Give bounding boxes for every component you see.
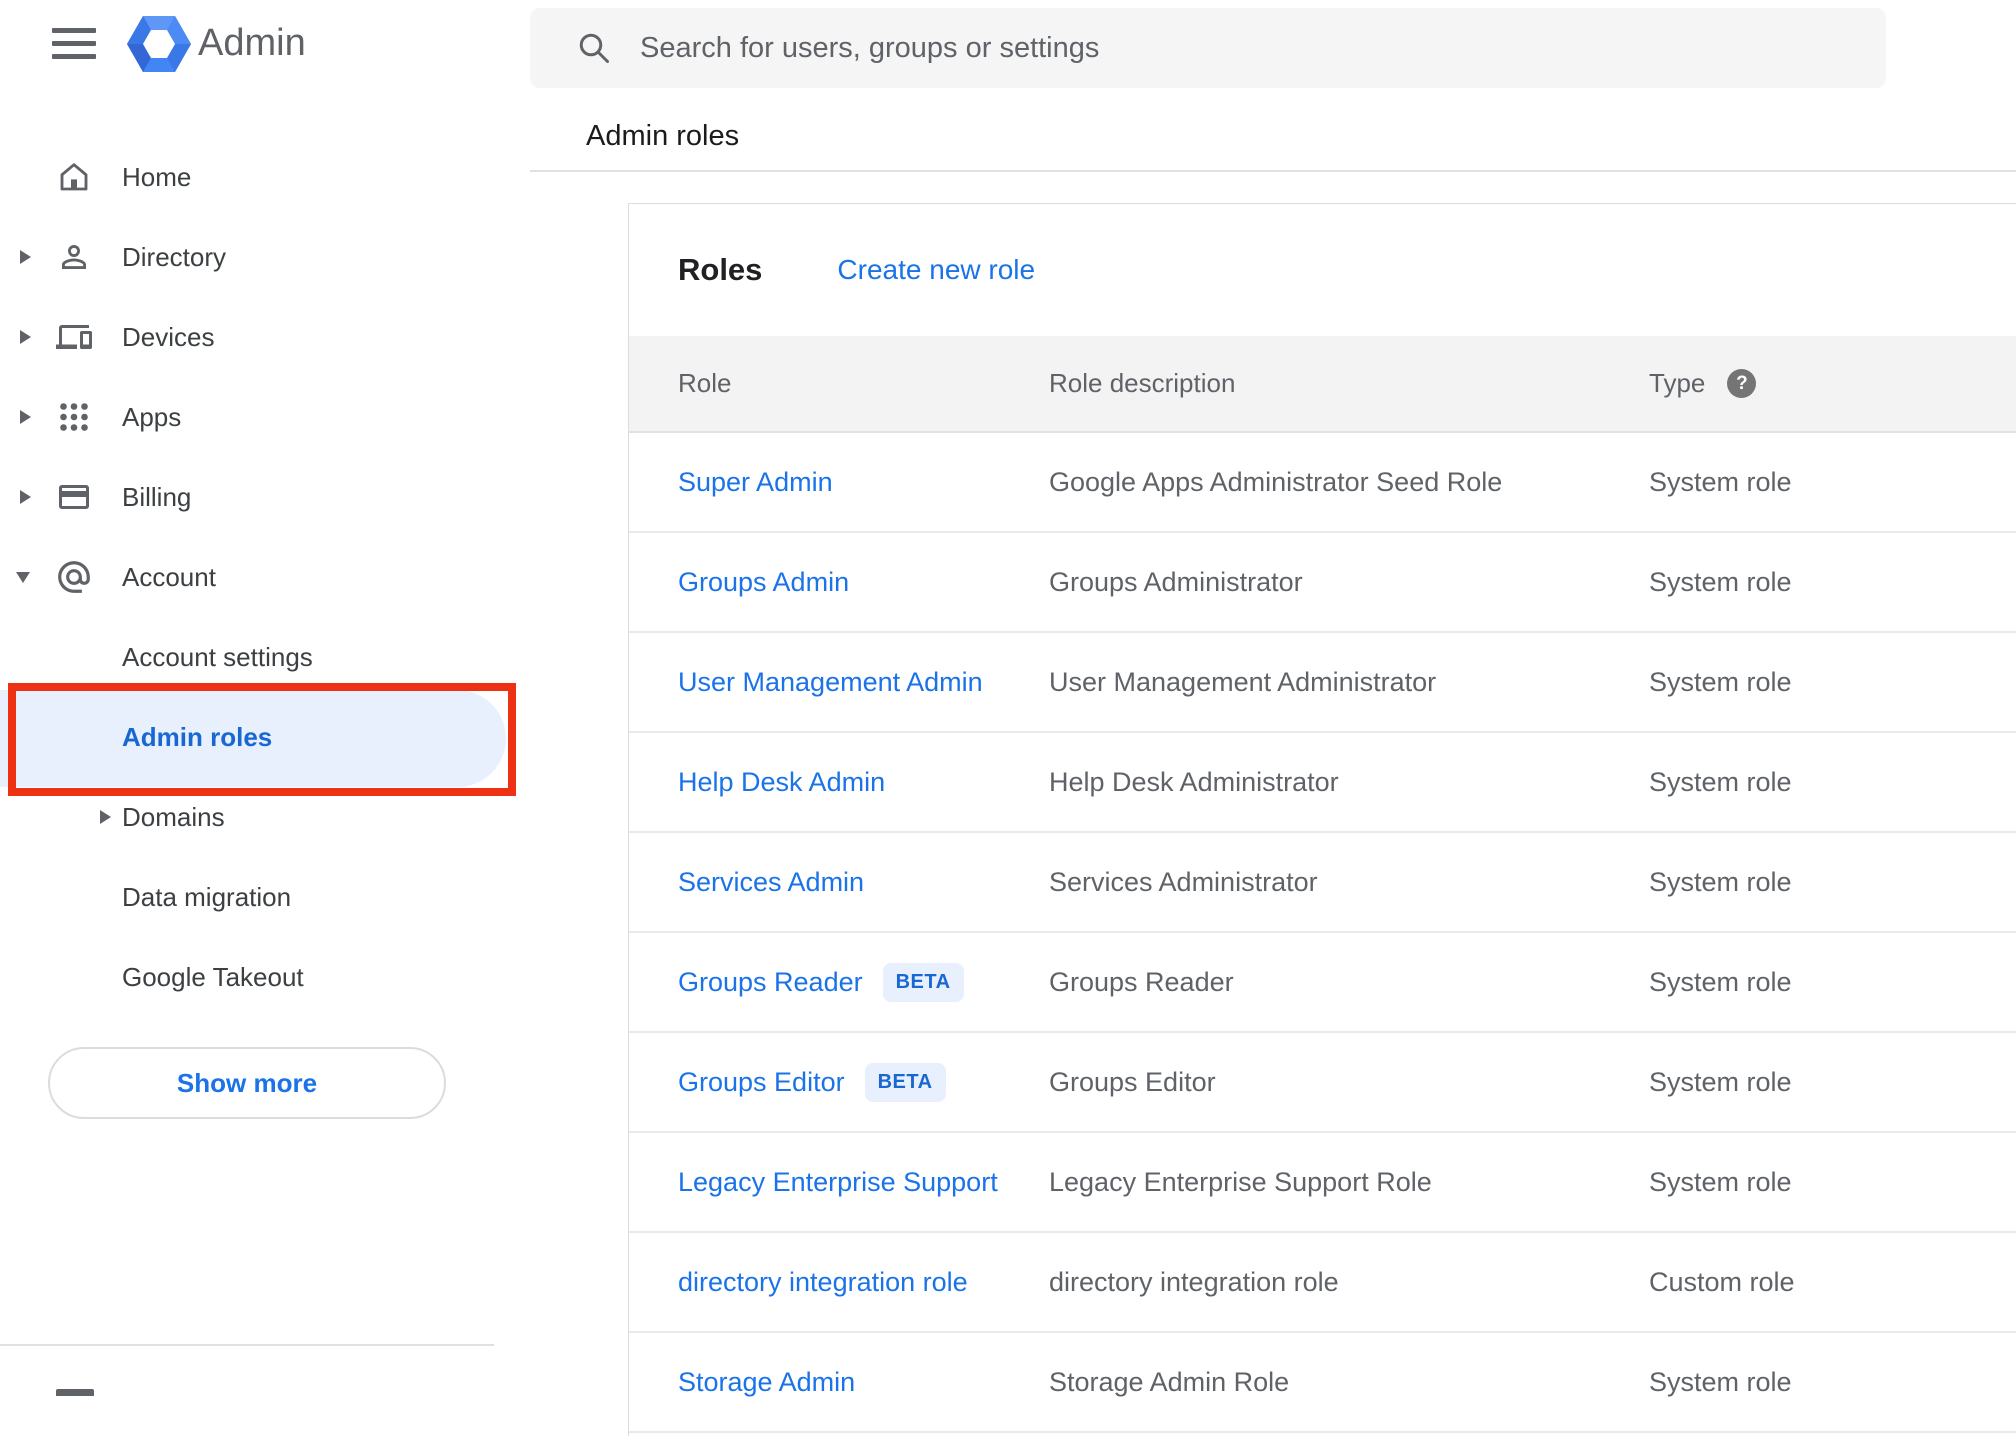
create-new-role-link[interactable]: Create new role [837,254,1035,286]
role-description: User Management Administrator [1049,666,1437,697]
roles-card-header: Roles Create new role [629,204,2016,336]
role-link[interactable]: Legacy Enterprise Support [678,1167,998,1198]
sidebar-item-google-takeout[interactable]: Google Takeout [0,937,512,1017]
credit-card-icon [55,478,93,516]
role-type: System role [1649,966,1792,997]
sidebar-item-apps[interactable]: Apps [0,377,512,457]
role-type: System role [1649,766,1792,797]
role-link[interactable]: Groups Editor [678,1067,845,1098]
sidebar-item-billing[interactable]: Billing [0,457,512,537]
column-header-role: Role [678,368,732,398]
table-row: User Management Admin User Management Ad… [629,633,2016,733]
table-row: Groups Reader BETA Groups Reader System … [629,933,2016,1033]
role-description: Groups Editor [1049,1066,1216,1097]
column-header-type: Type ? [1649,368,2016,399]
expand-arrow-icon[interactable] [20,250,31,264]
table-row: Legacy Enterprise Support Legacy Enterpr… [629,1133,2016,1233]
beta-badge: BETA [882,962,964,1002]
show-more-button[interactable]: Show more [48,1047,446,1119]
roles-card: Roles Create new role Role Role descript… [628,203,2016,1436]
sidebar-item-home[interactable]: Home [0,137,512,217]
role-link[interactable]: Help Desk Admin [678,767,885,798]
sidebar-item-directory[interactable]: Directory [0,217,512,297]
sidebar-item-admin-roles[interactable]: Admin roles [0,697,512,777]
role-description: Storage Admin Role [1049,1366,1290,1397]
role-description: Help Desk Administrator [1049,766,1339,797]
menu-icon[interactable] [52,28,96,62]
role-link[interactable]: Services Admin [678,867,864,898]
app-title: Admin [198,22,306,64]
role-link[interactable]: User Management Admin [678,667,983,698]
sidebar-item-devices[interactable]: Devices [0,297,512,377]
beta-badge: BETA [864,1062,946,1102]
role-description: directory integration role [1049,1266,1339,1297]
expand-arrow-icon[interactable] [20,490,31,504]
apps-grid-icon [55,398,93,436]
home-icon [55,158,93,196]
clipped-bottom-icon [56,1389,94,1396]
table-row: Groups Editor BETA Groups Editor System … [629,1033,2016,1133]
header-divider [530,170,2016,172]
role-description: Groups Reader [1049,966,1234,997]
table-row: Groups Admin Groups Administrator System… [629,533,2016,633]
sidebar-divider [0,1344,494,1346]
table-row: Super Admin Google Apps Administrator Se… [629,433,2016,533]
expand-arrow-icon[interactable] [20,330,31,344]
table-row: directory integration role directory int… [629,1233,2016,1333]
role-description: Google Apps Administrator Seed Role [1049,466,1503,497]
sidebar-item-data-migration[interactable]: Data migration [0,857,512,937]
role-description: Groups Administrator [1049,566,1303,597]
column-header-description: Role description [1049,368,1236,398]
role-link[interactable]: Storage Admin [678,1367,855,1398]
sidebar-item-account-settings[interactable]: Account settings [0,617,512,697]
table-row: Services Admin Services Administrator Sy… [629,833,2016,933]
at-sign-icon [55,558,93,596]
expand-arrow-icon[interactable] [20,410,31,424]
search-icon [579,33,609,63]
role-type: System role [1649,1166,1792,1197]
role-type: System role [1649,866,1792,897]
table-header-row: Role Role description Type ? [629,336,2016,433]
admin-logo-icon [127,10,191,78]
person-icon [55,238,93,276]
role-description: Services Administrator [1049,866,1318,897]
role-type: System role [1649,1066,1792,1097]
role-type: Custom role [1649,1266,1795,1297]
search-input[interactable] [638,30,1886,66]
role-link[interactable]: directory integration role [678,1267,968,1298]
breadcrumb: Admin roles [586,120,740,152]
table-row: Storage Admin Storage Admin Role System … [629,1333,2016,1433]
devices-icon [55,318,93,356]
expand-arrow-icon[interactable] [100,810,111,824]
role-type: System role [1649,666,1792,697]
search-bar[interactable] [530,8,1886,88]
role-link[interactable]: Groups Reader [678,967,863,998]
table-row: Help Desk Admin Help Desk Administrator … [629,733,2016,833]
role-description: Legacy Enterprise Support Role [1049,1166,1432,1197]
collapse-arrow-icon[interactable] [16,571,30,583]
role-type: System role [1649,566,1792,597]
sidebar-item-domains[interactable]: Domains [0,777,512,857]
card-title: Roles [678,252,763,287]
role-type: System role [1649,466,1792,497]
role-link[interactable]: Super Admin [678,467,833,498]
role-link[interactable]: Groups Admin [678,567,849,598]
role-type: System role [1649,1366,1792,1397]
help-icon[interactable]: ? [1727,369,1757,398]
sidebar-item-account[interactable]: Account [0,537,512,617]
